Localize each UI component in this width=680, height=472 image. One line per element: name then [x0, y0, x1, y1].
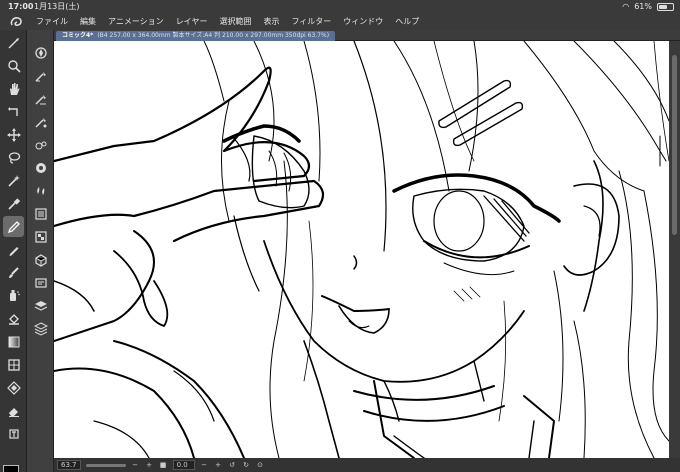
move-icon[interactable]: [3, 124, 24, 145]
zoom-field[interactable]: 63.7: [57, 460, 81, 470]
vertical-scrollbar[interactable]: [669, 41, 680, 458]
rotate-left-icon[interactable]: ↺: [228, 461, 237, 470]
ruler-icon[interactable]: [3, 377, 24, 398]
menu-bar: ファイル 編集 アニメーション レイヤー 選択範囲 表示 フィルター ウィンドウ…: [0, 13, 680, 30]
document-title: コミック4*: [62, 32, 94, 39]
eyedropper-icon[interactable]: [3, 193, 24, 214]
battery-icon: [657, 2, 674, 11]
eraser-icon[interactable]: [3, 400, 24, 421]
menu-view[interactable]: 表示: [257, 16, 285, 27]
menu-filter[interactable]: フィルター: [285, 16, 337, 27]
drawing-canvas[interactable]: [54, 41, 669, 458]
fit-square-icon[interactable]: ■: [159, 461, 168, 470]
zoom-in-button[interactable]: +: [145, 461, 154, 470]
battery-label: 61%: [634, 2, 652, 11]
intermediate-color-icon[interactable]: [30, 203, 51, 224]
status-right: ◠ 61%: [622, 0, 674, 13]
fill-icon[interactable]: [3, 308, 24, 329]
ipad-status-bar: 17:00 1月13日(土) ◠ 61%: [0, 0, 680, 13]
clip-studio-logo-icon[interactable]: [8, 15, 26, 29]
zoom-slider[interactable]: [85, 463, 126, 467]
stack-icon[interactable]: [30, 318, 51, 339]
pencil-icon[interactable]: [3, 239, 24, 260]
sub-tool-icon[interactable]: [30, 88, 51, 109]
material-icon[interactable]: [30, 249, 51, 270]
navigator-icon[interactable]: [30, 42, 51, 63]
brush-icon[interactable]: [3, 262, 24, 283]
rotate-plus-button[interactable]: +: [214, 461, 223, 470]
line-art-illustration: [54, 41, 669, 458]
rotate-icon[interactable]: [3, 101, 24, 122]
menu-window[interactable]: ウィンドウ: [337, 16, 389, 27]
canvas-status-bar: 63.7 − + ■ 0.0 − + ↺ ↻ ⊙: [54, 458, 680, 472]
scrollbar-thumb[interactable]: [672, 55, 677, 235]
brush-size-icon[interactable]: [30, 134, 51, 155]
reset-rotation-icon[interactable]: ⊙: [256, 461, 265, 470]
document-tab[interactable]: コミック4* (B4 257.00 x 364.00mm 製本サイズ:A4 判 2…: [56, 31, 336, 41]
zoom-icon[interactable]: [3, 55, 24, 76]
rotate-minus-button[interactable]: −: [200, 461, 209, 470]
menu-help[interactable]: ヘルプ: [389, 16, 425, 27]
color-history-icon[interactable]: [30, 226, 51, 247]
status-time: 17:00: [8, 2, 34, 11]
menu-selection[interactable]: 選択範囲: [213, 16, 257, 27]
frame-icon[interactable]: [3, 354, 24, 375]
document-tab-bar: コミック4* (B4 257.00 x 364.00mm 製本サイズ:A4 判 2…: [54, 30, 680, 41]
layer-search-icon[interactable]: [30, 272, 51, 293]
pen-icon[interactable]: [3, 216, 24, 237]
tool-property-icon[interactable]: [30, 111, 51, 132]
wifi-icon: ◠: [622, 2, 630, 11]
document-info: (B4 257.00 x 364.00mm 製本サイズ:A4 判 210.00 …: [97, 32, 330, 39]
sub-palette-bar: [27, 30, 54, 472]
rotation-field[interactable]: 0.0: [172, 460, 195, 470]
gradient-icon[interactable]: [3, 331, 24, 352]
menu-edit[interactable]: 編集: [74, 16, 102, 27]
layer-icon[interactable]: [30, 295, 51, 316]
airbrush-icon[interactable]: [3, 285, 24, 306]
lasso-icon[interactable]: [3, 147, 24, 168]
pen-stroke-icon[interactable]: [3, 32, 24, 53]
color-set-icon[interactable]: [30, 180, 51, 201]
zoom-out-button[interactable]: −: [131, 461, 140, 470]
text-icon[interactable]: [3, 423, 24, 444]
foreground-color-swatch[interactable]: [3, 465, 19, 472]
status-date: 1月13日(土): [34, 2, 80, 11]
menu-file[interactable]: ファイル: [30, 16, 74, 27]
magic-wand-icon[interactable]: [3, 170, 24, 191]
hand-icon[interactable]: [3, 78, 24, 99]
menu-layer[interactable]: レイヤー: [170, 16, 214, 27]
tool-palette: [0, 30, 27, 472]
layer-property-icon[interactable]: [30, 65, 51, 86]
color-wheel-icon[interactable]: [30, 157, 51, 178]
rotate-right-icon[interactable]: ↻: [242, 461, 251, 470]
menu-animation[interactable]: アニメーション: [102, 16, 170, 27]
